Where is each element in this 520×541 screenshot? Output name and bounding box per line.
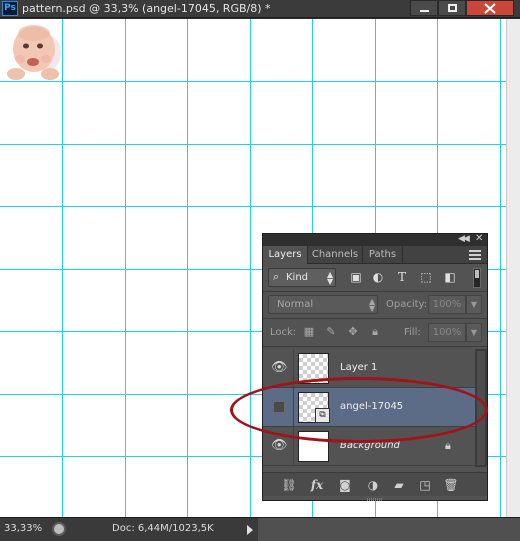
chevron-updown-icon: ▲ ▼ — [369, 297, 376, 313]
resize-grip[interactable] — [367, 498, 383, 501]
canvas-right-edge — [506, 19, 520, 517]
chevron-updown-icon: ▲ ▼ — [327, 270, 334, 286]
add-mask-icon[interactable]: ◙ — [337, 477, 353, 493]
lock-image-brush-icon[interactable]: ✎ — [325, 326, 337, 338]
layers-panel: ◀◀ ✕ Layers Channels Paths ⌕ Kind ▲ ▼ ▣ ◐… — [262, 233, 488, 501]
lock-all-icon[interactable]: 🔒︎ — [369, 326, 381, 338]
status-info-icon[interactable] — [52, 522, 66, 536]
panel-header[interactable]: ◀◀ ✕ — [263, 233, 487, 246]
layers-footer: ⛓︎ fx ◙ ◑ ▰ ◳ 🗑︎ — [263, 472, 487, 496]
filter-kind-label: Kind — [286, 272, 309, 283]
blend-mode-select[interactable]: Normal ▲ ▼ — [268, 295, 378, 314]
filter-toggle-switch[interactable] — [473, 268, 481, 288]
fill-label: Fill: — [404, 327, 421, 338]
tab-layers[interactable]: Layers — [263, 246, 308, 264]
title-bar: Ps pattern.psd @ 33,3% (angel-17045, RGB… — [0, 0, 520, 18]
filter-shape-icon[interactable]: ⬚ — [419, 270, 433, 284]
tab-channels[interactable]: Channels — [308, 246, 363, 264]
close-icon — [484, 3, 496, 14]
fill-field[interactable]: 100% — [428, 323, 466, 342]
panel-tabs: Layers Channels Paths — [263, 246, 487, 264]
fx-icon[interactable]: fx — [309, 477, 325, 493]
tab-paths[interactable]: Paths — [363, 246, 403, 264]
status-bar: 33,33% Doc: 6,44M/1023,5K — [0, 517, 520, 541]
fill-dropdown-icon[interactable]: ▼ — [466, 323, 482, 342]
filter-kind-select[interactable]: ⌕ Kind ▲ ▼ — [268, 268, 336, 287]
opacity-field[interactable]: 100% — [428, 295, 466, 314]
photoshop-logo-icon: Ps — [2, 1, 18, 16]
opacity-label: Opacity: — [386, 299, 428, 310]
lock-label: Lock: — [270, 327, 297, 338]
new-group-folder-icon[interactable]: ▰ — [391, 477, 407, 493]
lock-icon: 🔒︎ — [445, 439, 451, 452]
divider — [263, 346, 487, 347]
lock-transparent-icon[interactable]: ▦ — [303, 326, 315, 338]
filter-type-icon[interactable]: T — [395, 270, 409, 284]
new-layer-icon[interactable]: ◳ — [417, 477, 433, 493]
filter-adjustment-icon[interactable]: ◐ — [371, 270, 385, 284]
divider — [263, 291, 487, 292]
document-title: pattern.psd @ 33,3% (angel-17045, RGB/8)… — [22, 2, 271, 15]
baby-photo-image — [0, 19, 62, 81]
filter-pixel-icon[interactable]: ▣ — [349, 270, 363, 284]
panel-menu-icon[interactable] — [469, 250, 481, 260]
adjustment-layer-icon[interactable]: ◑ — [365, 477, 381, 493]
highlight-ellipse-annotation — [230, 377, 488, 443]
blend-mode-value: Normal — [277, 299, 314, 310]
maximize-button[interactable] — [438, 0, 466, 16]
layer-filter-row: ⌕ Kind ▲ ▼ ▣ ◐ T ⬚ ◧ — [263, 265, 487, 291]
opacity-dropdown-icon[interactable]: ▼ — [466, 295, 482, 314]
divider — [263, 318, 487, 319]
minimize-icon — [420, 10, 429, 12]
trash-icon[interactable]: 🗑︎ — [443, 477, 459, 493]
visibility-eye-icon[interactable]: 👁︎ — [271, 361, 288, 375]
zoom-level[interactable]: 33,33% — [4, 523, 42, 534]
filter-smart-object-icon[interactable]: ◧ — [443, 270, 457, 284]
blend-row: Normal ▲ ▼ Opacity: 100% ▼ — [263, 294, 487, 316]
search-icon: ⌕ — [273, 270, 280, 283]
document-size: Doc: 6,44M/1023,5K — [112, 523, 214, 534]
link-layers-icon[interactable]: ⛓︎ — [281, 477, 297, 493]
collapse-panel-icon[interactable]: ◀◀ — [458, 234, 470, 244]
close-window-button[interactable] — [466, 0, 514, 16]
lock-row: Lock: ▦ ✎ ✥ 🔒︎ Fill: 100% ▼ — [263, 322, 487, 344]
status-bar-filler — [258, 518, 520, 541]
layer-name: Layer 1 — [340, 362, 378, 373]
status-menu-arrow-icon[interactable] — [247, 525, 253, 535]
lock-position-move-icon[interactable]: ✥ — [347, 326, 359, 338]
minimize-button[interactable] — [410, 0, 438, 16]
maximize-icon — [448, 4, 457, 12]
close-panel-icon[interactable]: ✕ — [475, 233, 483, 244]
visibility-eye-icon[interactable]: 👁︎ — [271, 439, 288, 453]
